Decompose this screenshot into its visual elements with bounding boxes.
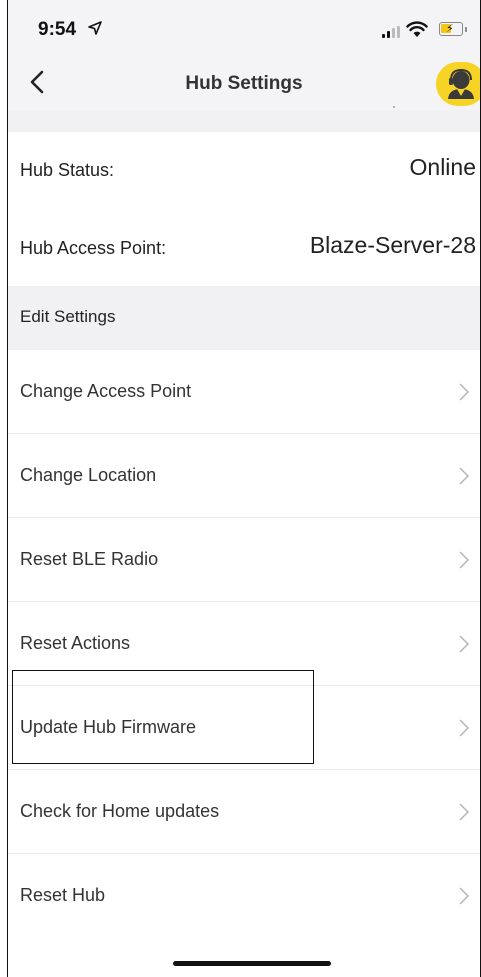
chevron-right-icon (459, 719, 470, 737)
wifi-icon (406, 21, 428, 37)
menu-item-label: Reset Hub (20, 885, 106, 905)
chevron-right-icon (459, 383, 470, 401)
support-agent-button[interactable] (436, 62, 480, 106)
change-access-point-item[interactable]: Change Access Point (8, 350, 480, 434)
menu-item-label: Reset BLE Radio (20, 549, 159, 569)
location-arrow-icon (88, 21, 102, 35)
section-header-label: Edit Settings (20, 307, 116, 326)
edit-settings-header: Edit Settings (8, 286, 480, 350)
top-separator (8, 110, 480, 132)
menu-item-label: Change Location (20, 465, 157, 485)
page-title: Hub Settings (185, 73, 303, 94)
update-hub-firmware-item[interactable]: Update Hub Firmware (8, 686, 480, 770)
chevron-right-icon (459, 551, 470, 569)
reset-ble-radio-item[interactable]: Reset BLE Radio (8, 518, 480, 602)
support-agent-icon (448, 68, 474, 99)
menu-item-label: Reset Actions (20, 633, 131, 653)
chevron-right-icon (459, 635, 470, 653)
status-time: 9:54 (38, 19, 77, 40)
cellular-signal-icon (382, 26, 400, 38)
status-bar: 9:54 ⚡ (8, 0, 480, 55)
reset-hub-item[interactable]: Reset Hub (8, 854, 480, 937)
battery-tip (465, 27, 467, 32)
chevron-right-icon (459, 887, 470, 905)
hub-access-point-row: Hub Access Point: Blaze-Server-28 (8, 210, 480, 288)
navigation-bar: Hub Settings (8, 55, 480, 111)
change-location-item[interactable]: Change Location (8, 434, 480, 518)
chevron-right-icon (459, 467, 470, 485)
check-home-updates-item[interactable]: Check for Home updates (8, 770, 480, 854)
menu-item-label: Update Hub Firmware (20, 717, 197, 737)
reset-actions-item[interactable]: Reset Actions (8, 602, 480, 686)
hub-status-label: Hub Status: (20, 160, 115, 180)
hub-status-row: Hub Status: Online (8, 132, 480, 211)
app-frame: 9:54 ⚡ Hub Settings Hub Status: Online H… (7, 0, 481, 977)
chevron-right-icon (459, 803, 470, 821)
hub-access-point-value: Blaze-Server-28 (309, 232, 476, 258)
menu-item-label: Change Access Point (20, 381, 192, 401)
hub-access-point-label: Hub Access Point: (20, 238, 167, 258)
nav-divider-dot (393, 106, 395, 108)
battery-icon: ⚡ (439, 22, 463, 36)
home-indicator[interactable] (173, 961, 331, 966)
menu-item-label: Check for Home updates (20, 801, 220, 821)
hub-status-value: Online (409, 154, 476, 180)
